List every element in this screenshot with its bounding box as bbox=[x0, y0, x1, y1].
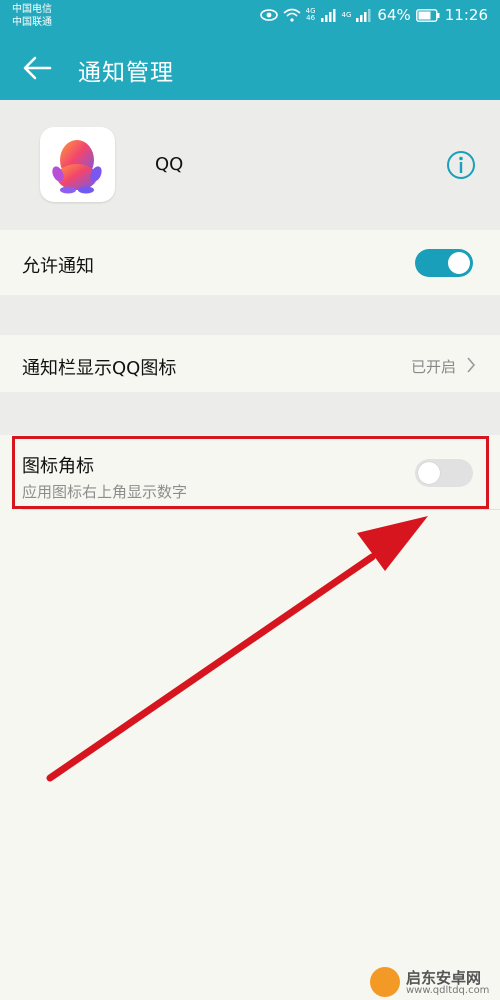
watermark-logo-icon bbox=[370, 967, 400, 997]
annotation-arrow bbox=[46, 516, 428, 782]
watermark-url: www.qdltdq.com bbox=[406, 985, 490, 996]
